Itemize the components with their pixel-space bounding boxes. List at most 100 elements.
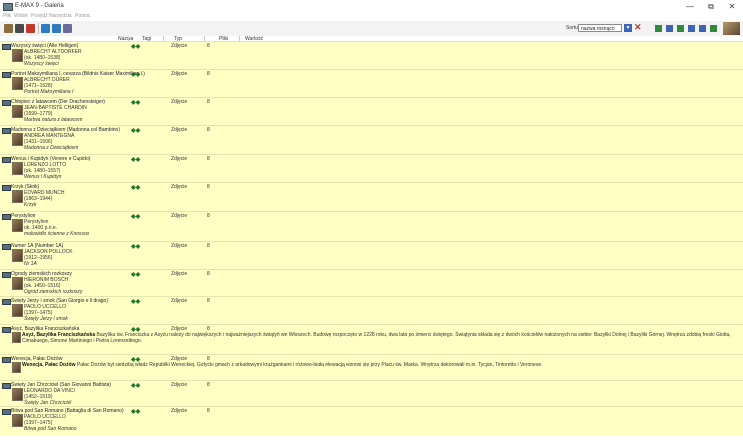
preview-thumbnail[interactable] <box>723 22 740 35</box>
record-description: Wenecja, Pałac Dożów Pałac Dożów był sie… <box>22 362 741 368</box>
record-row[interactable]: Wszyscy święci (Alle Helligen) ◆◆ Zdjęcie 8… <box>0 41 743 70</box>
record-type: Zdjęcie <box>171 298 188 304</box>
app-icon <box>3 3 13 11</box>
menu-go[interactable]: Przejdź <box>31 13 48 19</box>
record-type: Zdjęcie <box>171 382 188 388</box>
record-row[interactable]: Chłopiec z latawcem (Der Drachensteiger)… <box>0 97 743 126</box>
tag-markers-icon: ◆◆ <box>131 185 141 191</box>
record-thumbnail[interactable] <box>12 162 23 175</box>
record-row[interactable]: Święty Jan Chrzciciel (San Giovanni Batt… <box>0 380 743 407</box>
clear-sort-icon[interactable]: ✕ <box>634 22 642 33</box>
record-count: 8 <box>207 156 210 162</box>
record-thumbnail[interactable] <box>12 77 23 90</box>
record-count: 8 <box>207 298 210 304</box>
details-icon[interactable] <box>699 25 706 32</box>
record-thumbnail[interactable] <box>12 414 23 427</box>
delete-icon[interactable] <box>26 24 35 33</box>
record-meta-line: Nr 1A <box>24 261 37 267</box>
record-type-icon <box>2 383 11 389</box>
record-type: Zdjęcie <box>171 99 188 105</box>
back-arrow-icon[interactable] <box>41 24 50 33</box>
toolbar: Sortuj: nazwa rosnąco ▼ ✕ <box>0 21 743 37</box>
record-row[interactable]: Portret Maksymiliana I, cesarza (Bildnis… <box>0 69 743 98</box>
tag-markers-icon: ◆◆ <box>131 409 141 415</box>
record-thumbnail[interactable] <box>12 190 23 203</box>
sort-dropdown[interactable]: nazwa rosnąco <box>578 24 622 32</box>
record-meta-line: malowidło ścienne z Knossos <box>24 231 90 237</box>
record-count: 8 <box>207 382 210 388</box>
record-type-icon <box>2 357 11 363</box>
record-thumbnail[interactable] <box>12 219 23 232</box>
record-thumbnail[interactable] <box>12 249 23 262</box>
record-type: Zdjęcie <box>171 243 188 249</box>
toolbar-divider <box>38 23 39 34</box>
filter-icon[interactable] <box>710 25 717 32</box>
settings-icon[interactable] <box>15 24 24 33</box>
record-row[interactable]: Asyż, Bazylika Franciszkańska ◆◆ Zdjęcie 8 A… <box>0 324 743 355</box>
maximize-button[interactable]: ⧉ <box>703 2 719 11</box>
record-thumbnail[interactable] <box>12 388 23 401</box>
record-row[interactable]: Krzyk (Skrik) ◆◆ Zdjęcie 8 EDVARD MUNCH (1863… <box>0 182 743 212</box>
record-count: 8 <box>207 271 210 277</box>
record-thumbnail[interactable] <box>12 105 23 118</box>
forward-arrow-icon[interactable] <box>52 24 61 33</box>
record-meta-line: Wenus i Kupidyn <box>24 174 62 180</box>
close-button[interactable]: ✕ <box>724 2 740 11</box>
menu-file[interactable]: Plik <box>3 13 11 19</box>
record-thumbnail[interactable] <box>12 362 21 373</box>
record-meta-line: Ogród ziemskich rozkoszy <box>24 289 83 295</box>
record-row[interactable]: Perystylion ◆◆ Zdjęcie 8 Perystylion ok. 1400… <box>0 211 743 242</box>
chevron-down-icon[interactable]: ▼ <box>624 24 632 32</box>
record-row[interactable]: Wenecja, Pałac Dożów ◆◆ Zdjęcie 8 Wenecja, P… <box>0 354 743 381</box>
record-row[interactable]: Święty Jerzy i smok (San Giorgio e il dr… <box>0 296 743 325</box>
record-count: 8 <box>207 43 210 49</box>
record-type: Zdjęcie <box>171 127 188 133</box>
record-type: Zdjęcie <box>171 271 188 277</box>
record-type: Zdjęcie <box>171 43 188 49</box>
record-meta-line: Portret Maksymiliana I <box>24 89 74 95</box>
minimize-button[interactable]: — <box>682 2 698 11</box>
record-type: Zdjęcie <box>171 213 188 219</box>
record-thumbnail[interactable] <box>12 49 23 62</box>
menu-help[interactable]: Pomoc <box>75 13 91 19</box>
record-type-icon <box>2 44 11 50</box>
record-type-icon <box>2 72 11 78</box>
record-type-icon <box>2 244 11 250</box>
record-type-icon <box>2 409 11 415</box>
record-row[interactable]: Madonna z Dzieciątkiem (Madonna col Bamb… <box>0 125 743 155</box>
tag-markers-icon: ◆◆ <box>131 44 141 50</box>
record-count: 8 <box>207 408 210 414</box>
record-count: 8 <box>207 99 210 105</box>
record-type-icon <box>2 272 11 278</box>
grid-icon[interactable] <box>666 25 673 32</box>
record-count: 8 <box>207 243 210 249</box>
record-row[interactable]: Ogrody ziemskich rozkoszy ◆◆ Zdjęcie 8 HIERO… <box>0 269 743 297</box>
record-type-icon <box>2 100 11 106</box>
record-thumbnail[interactable] <box>12 304 23 317</box>
record-row[interactable]: Numer 1A (Number 1A) ◆◆ Zdjęcie 8 JACKSON PO… <box>0 241 743 270</box>
list-icon[interactable] <box>688 25 695 32</box>
image-icon[interactable] <box>677 25 684 32</box>
record-type: Zdjęcie <box>171 184 188 190</box>
record-meta-line: Bitwa pod San Romano <box>24 426 77 432</box>
tag-markers-icon: ◆◆ <box>131 244 141 250</box>
record-meta-line: Święty Jerzy i smok <box>24 316 68 322</box>
record-thumbnail[interactable] <box>12 332 21 343</box>
record-row[interactable]: Wenus i Kupidyn (Venere e Cupido) ◆◆ Zdjęc… <box>0 154 743 183</box>
export-icon[interactable] <box>655 25 662 32</box>
record-thumbnail[interactable] <box>12 133 23 146</box>
record-type-icon <box>2 128 11 134</box>
tag-markers-icon: ◆◆ <box>131 299 141 305</box>
menu-view[interactable]: Widok <box>14 13 28 19</box>
record-count: 8 <box>207 71 210 77</box>
menu-tools[interactable]: Narzędzia <box>49 13 72 19</box>
record-row[interactable]: Bitwa pod San Romano (Battaglia di San R… <box>0 406 743 435</box>
record-thumbnail[interactable] <box>12 277 23 290</box>
record-type: Zdjęcie <box>171 408 188 414</box>
record-meta-line: Martwa natura z latawcem <box>24 117 83 123</box>
view-mode-icon[interactable] <box>63 24 72 33</box>
record-count: 8 <box>207 127 210 133</box>
tag-markers-icon: ◆◆ <box>131 383 141 389</box>
gallery-icon[interactable] <box>4 24 13 33</box>
record-count: 8 <box>207 184 210 190</box>
